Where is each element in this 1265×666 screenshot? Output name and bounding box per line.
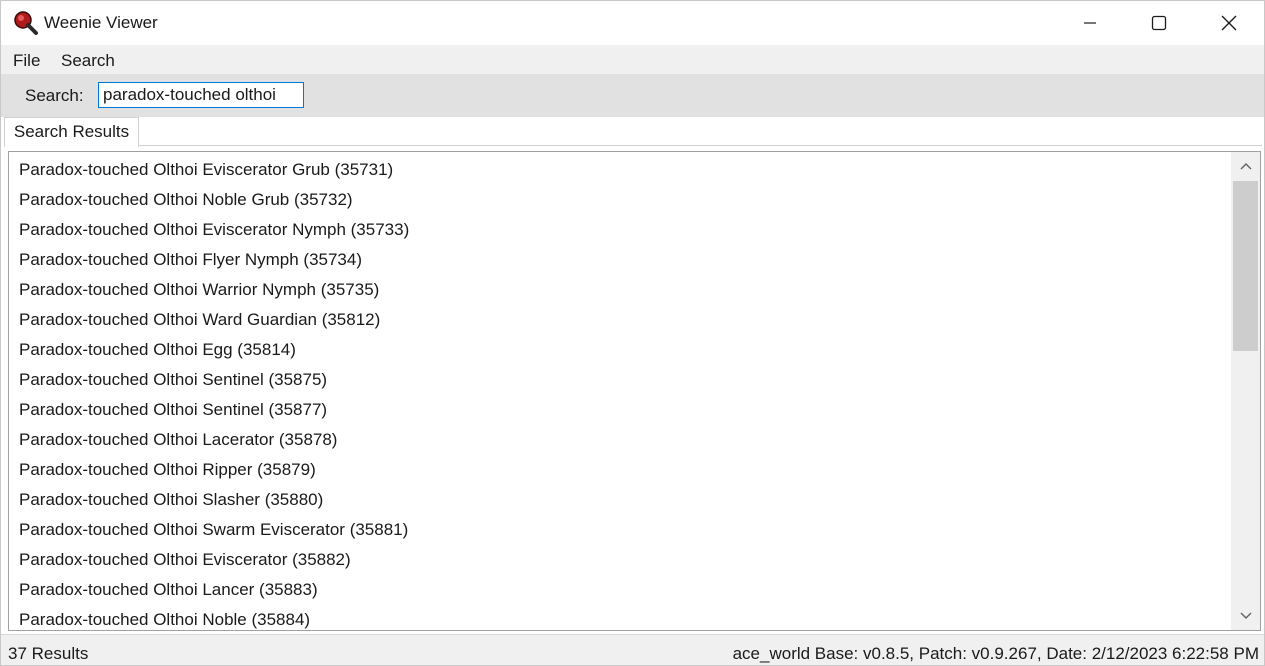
- list-item[interactable]: Paradox-touched Olthoi Swarm Eviscerator…: [9, 515, 1231, 545]
- list-item[interactable]: Paradox-touched Olthoi Eviscerator Grub …: [9, 155, 1231, 185]
- list-item[interactable]: Paradox-touched Olthoi Ripper (35879): [9, 455, 1231, 485]
- list-item[interactable]: Paradox-touched Olthoi Noble (35884): [9, 605, 1231, 630]
- list-item[interactable]: Paradox-touched Olthoi Slasher (35880): [9, 485, 1231, 515]
- list-item[interactable]: Paradox-touched Olthoi Lancer (35883): [9, 575, 1231, 605]
- vertical-scrollbar[interactable]: [1231, 152, 1260, 630]
- results-list: Paradox-touched Olthoi Eviscerator Grub …: [9, 152, 1231, 630]
- menu-bar: File Search: [1, 45, 1264, 74]
- maximize-icon: [1151, 15, 1167, 31]
- minimize-button[interactable]: [1055, 1, 1125, 45]
- tab-divider: [138, 145, 1262, 146]
- chevron-up-icon: [1240, 163, 1251, 170]
- close-icon: [1221, 15, 1237, 31]
- list-item[interactable]: Paradox-touched Olthoi Eviscerator Nymph…: [9, 215, 1231, 245]
- scroll-thumb[interactable]: [1233, 181, 1258, 351]
- tab-strip: Search Results: [1, 117, 1264, 147]
- results-count: 37 Results: [8, 644, 89, 663]
- search-bar: Search:: [1, 74, 1264, 117]
- list-item[interactable]: Paradox-touched Olthoi Sentinel (35875): [9, 365, 1231, 395]
- title-bar: Weenie Viewer: [1, 1, 1264, 45]
- close-button[interactable]: [1194, 1, 1264, 45]
- menu-file[interactable]: File: [13, 51, 40, 71]
- tab-search-results[interactable]: Search Results: [4, 117, 139, 147]
- scroll-up-button[interactable]: [1231, 152, 1260, 180]
- status-bar: 37 Results ace_world Base: v0.8.5, Patch…: [1, 634, 1264, 665]
- list-item[interactable]: Paradox-touched Olthoi Sentinel (35877): [9, 395, 1231, 425]
- list-item[interactable]: Paradox-touched Olthoi Lacerator (35878): [9, 425, 1231, 455]
- window-title: Weenie Viewer: [44, 13, 158, 32]
- list-item[interactable]: Paradox-touched Olthoi Warrior Nymph (35…: [9, 275, 1231, 305]
- menu-search[interactable]: Search: [61, 51, 115, 71]
- maximize-button[interactable]: [1124, 1, 1194, 45]
- database-version-info: ace_world Base: v0.8.5, Patch: v0.9.267,…: [732, 644, 1259, 663]
- list-item[interactable]: Paradox-touched Olthoi Ward Guardian (35…: [9, 305, 1231, 335]
- list-item[interactable]: Paradox-touched Olthoi Flyer Nymph (3573…: [9, 245, 1231, 275]
- chevron-down-icon: [1240, 612, 1251, 619]
- magnifier-app-icon: [13, 10, 39, 36]
- search-input[interactable]: [98, 82, 304, 108]
- weenie-viewer-window: Weenie Viewer File Search Search: Search: [0, 0, 1265, 666]
- search-results-panel: Paradox-touched Olthoi Eviscerator Grub …: [8, 151, 1261, 631]
- list-item[interactable]: Paradox-touched Olthoi Eviscerator (3588…: [9, 545, 1231, 575]
- search-label: Search:: [25, 86, 84, 105]
- minimize-icon: [1084, 22, 1096, 24]
- scroll-down-button[interactable]: [1231, 602, 1260, 630]
- list-item[interactable]: Paradox-touched Olthoi Noble Grub (35732…: [9, 185, 1231, 215]
- list-item[interactable]: Paradox-touched Olthoi Egg (35814): [9, 335, 1231, 365]
